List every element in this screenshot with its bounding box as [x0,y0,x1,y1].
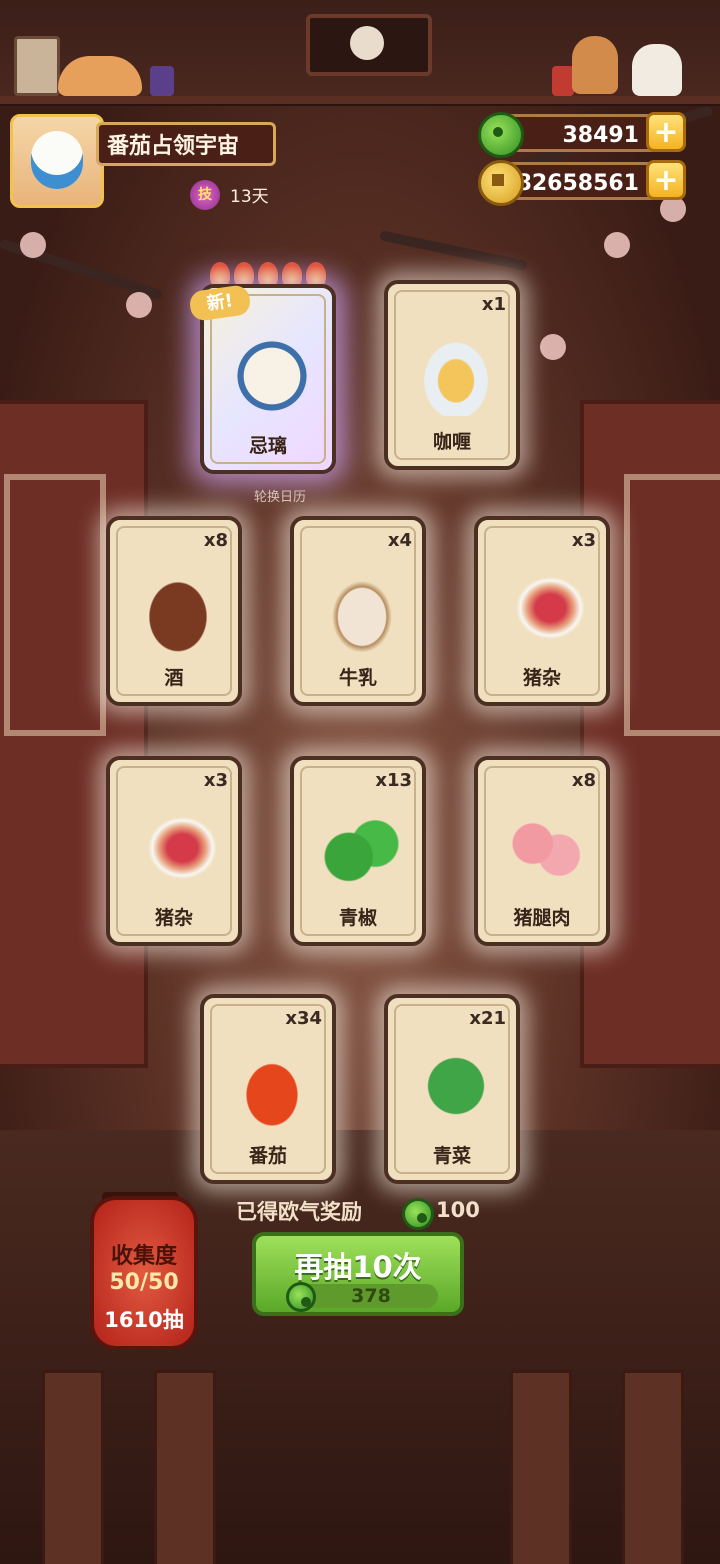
card-count: x8 [571,770,596,791]
skill-days-remaining: 13天 [230,187,269,207]
collection-lantern[interactable]: 收集度 50/50 1610抽 [90,1196,198,1350]
calendar-sublabel: 轮换日历 [253,490,306,505]
paw-frame-icon [14,36,60,96]
collection-draws: 1610抽 [104,1308,184,1332]
card-label: 猪腿肉 [513,907,571,929]
blossom-flower [604,232,630,258]
card-label: 青椒 [338,907,377,929]
card-count: x1 [481,294,506,315]
result-card[interactable]: x13 青椒 [290,756,426,946]
result-card[interactable]: x34 番茄 [200,994,336,1184]
card-count: x3 [203,770,228,791]
jade-icon [402,1198,434,1230]
collection-progress: 50/50 [109,1270,179,1295]
game-scene: 番茄占领宇宙 技 13天 38491 + 82658561 + 忌璃 新! 轮换… [0,0,720,1564]
result-card[interactable]: x3 猪杂 [106,756,242,946]
tomato-icon [228,1042,316,1130]
player-name[interactable]: 番茄占领宇宙 [96,122,276,166]
purple-jar-icon [150,66,174,96]
coin-icon [478,160,524,206]
card-count: x34 [285,1008,322,1029]
pork-offal-plate-icon [502,564,590,652]
red-jar-icon [552,66,574,96]
card-count: x13 [375,770,412,791]
card-count: x4 [387,530,412,551]
lattice-window [4,474,106,736]
player-avatar[interactable] [10,114,104,208]
card-label: 忌璃 [248,435,287,457]
left-door-panel [0,400,148,1068]
pork-offal-plate-icon [134,804,222,892]
reward-text: 已得欧气奖励 [236,1200,362,1224]
white-cat-icon[interactable] [632,44,682,96]
card-count: x8 [203,530,228,551]
result-card[interactable]: x8 猪腿肉 [474,756,610,946]
jade-balance: 38491 [500,114,660,152]
jade-icon [286,1282,316,1312]
draw-again-label: 再抽10次 [294,1250,422,1284]
card-label: 酒 [164,667,184,689]
add-jade-button[interactable]: + [646,112,686,152]
blossom-branch [378,230,528,272]
skill-icon[interactable]: 技 [190,180,220,210]
result-card[interactable]: x1 咖喱 [384,280,520,470]
fence-post [154,1370,216,1564]
curry-gravy-boat-icon [412,328,500,416]
wine-jar-icon [134,564,222,652]
result-card[interactable]: x21 青菜 [384,994,520,1184]
draw-again-button[interactable]: 再抽10次 378 [252,1232,464,1316]
fence-post [622,1370,684,1564]
result-card[interactable]: x8 酒 [106,516,242,706]
card-label: 青菜 [432,1145,471,1167]
card-label: 咖喱 [432,431,471,453]
blossom-flower [126,292,152,318]
npc-character-icon[interactable] [572,36,618,94]
blossom-flower [20,232,46,258]
fence-post [510,1370,572,1564]
fence-post [42,1370,104,1564]
result-card[interactable]: x4 牛乳 [290,516,426,706]
coin-balance: 82658561 [500,162,660,200]
add-coins-button[interactable]: + [646,160,686,200]
card-label: 牛乳 [338,667,377,689]
green-vegetable-icon [412,1042,500,1130]
right-door-panel [580,400,720,1068]
milk-bottle-icon [318,564,406,652]
blossom-flower [540,334,566,360]
card-label: 猪杂 [522,667,561,689]
sleeping-cat-icon [58,56,142,96]
card-count: x21 [469,1008,506,1029]
card-count: x3 [571,530,596,551]
result-card[interactable]: x3 猪杂 [474,516,610,706]
collection-title: 收集度 [110,1244,177,1269]
card-label: 番茄 [248,1145,287,1167]
character-card-art [228,332,316,420]
green-pepper-icon [318,804,406,892]
hanging-scroll-icon[interactable] [306,14,432,76]
reward-value: 100 [436,1198,480,1222]
jade-icon [478,112,524,158]
draw-cost: 378 [351,1285,391,1307]
shelf-edge [0,96,720,104]
card-label: 猪杂 [154,907,193,929]
lattice-window [624,474,720,736]
pork-leg-meat-icon [502,804,590,892]
